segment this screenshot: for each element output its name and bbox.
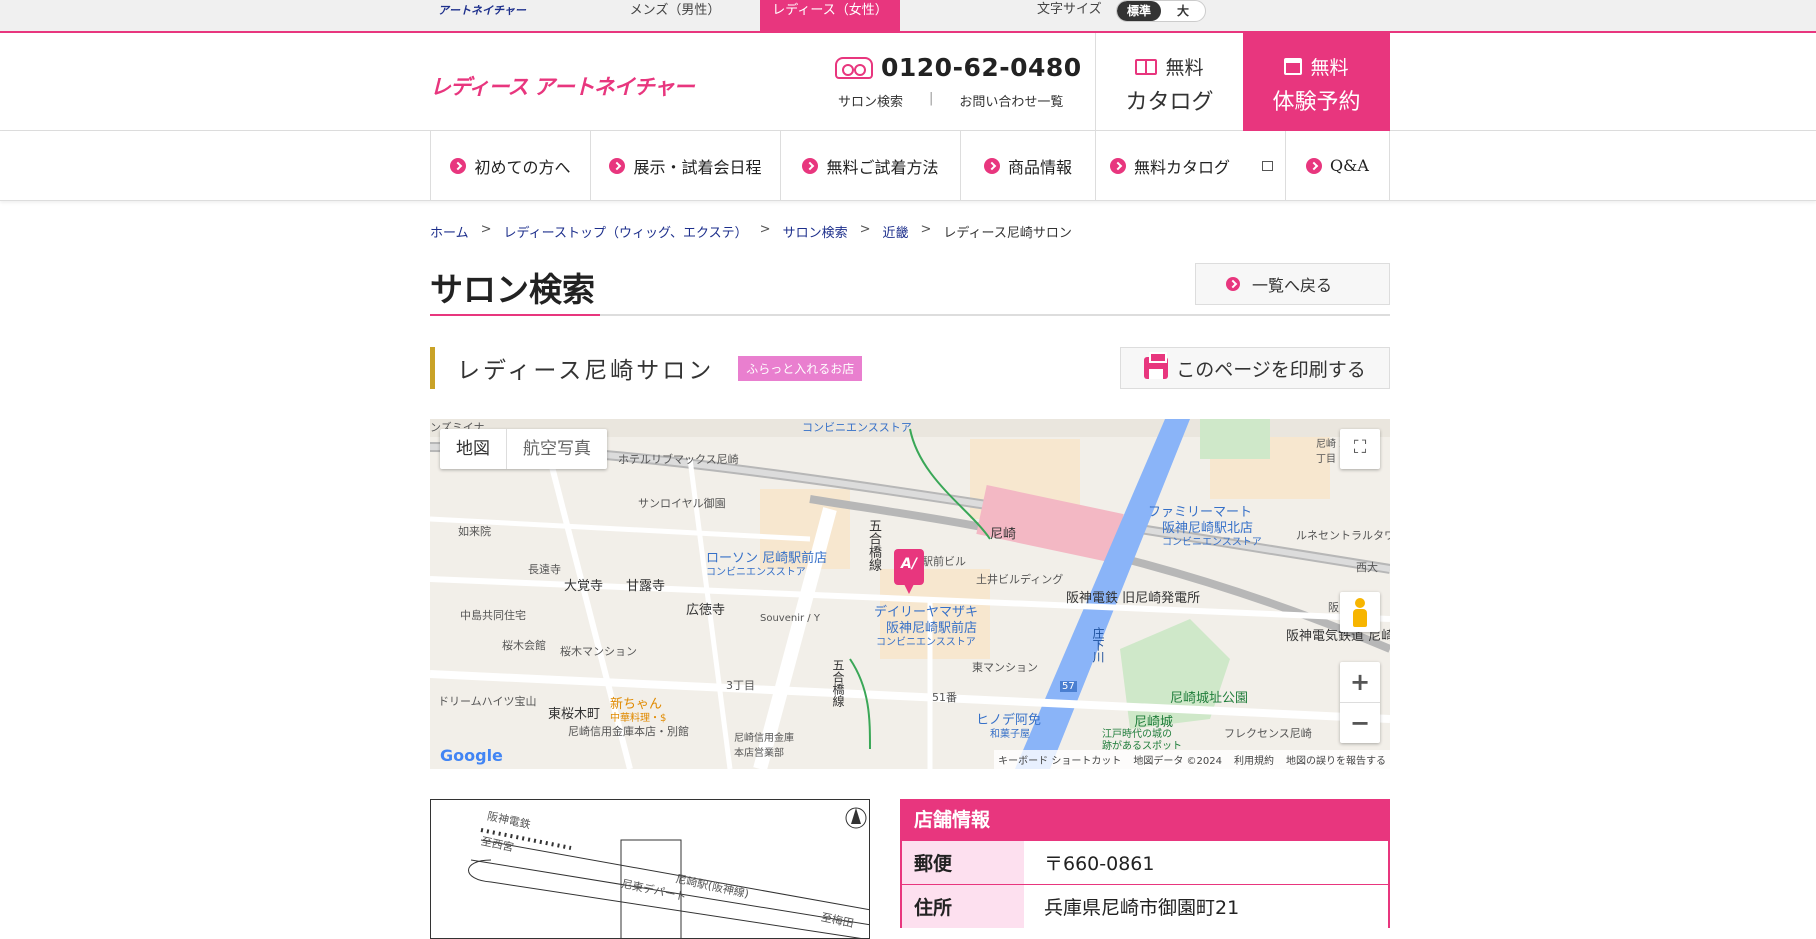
map-label: 東マンション	[972, 661, 1038, 674]
print-button-label: このページを印刷する	[1176, 358, 1366, 381]
map-label: ドリームハイツ宝山	[438, 695, 537, 708]
map-label: 甘露寺	[626, 579, 666, 594]
salon-name: レディース尼崎サロン	[457, 358, 715, 384]
map-label: 尼崎信用金庫 本店営業部	[734, 733, 794, 759]
access-map-illustration: 阪神電鉄 至西宮 尼崎駅(阪神線) 尼東デパート 至梅田	[430, 799, 870, 939]
breadcrumb-separator: >	[920, 222, 932, 237]
map-label: 如来院	[458, 525, 491, 538]
page-title: サロン検索	[430, 270, 595, 309]
map-label: 中島共同住宅	[460, 609, 526, 622]
zoom-out-button[interactable]: −	[1340, 702, 1380, 742]
map-label: 長遠寺	[528, 563, 561, 576]
map-label: サンロイヤル御園	[638, 497, 726, 510]
salon-location-pin[interactable]: A/	[894, 549, 924, 594]
map-type-control: 地図 航空写真	[440, 429, 607, 469]
map-label: 尼崎城址公園	[1170, 691, 1249, 706]
info-key: 住所	[902, 885, 1024, 928]
breadcrumb: ホーム > レディーストップ（ウィッグ、エクステ） > サロン検索 > 近畿 >…	[430, 222, 1072, 241]
map-label: 3丁目	[726, 679, 755, 692]
street-view-pegman[interactable]	[1340, 592, 1380, 632]
printer-icon	[1144, 352, 1169, 379]
map-label: 阪	[1328, 601, 1339, 614]
back-to-list-button[interactable]: 一覧へ戻る	[1195, 263, 1390, 305]
breadcrumb-salon-search[interactable]: サロン検索	[783, 222, 848, 241]
map-label: 中華料理・$	[610, 713, 667, 724]
map-label: コンビニエンスストア	[876, 637, 976, 648]
map-label: フレクセンス尼崎	[1224, 727, 1312, 740]
store-info-table: 店舗情報 郵便 〒660-0861 住所 兵庫県尼崎市御園町21	[900, 799, 1390, 928]
map-label: 東桜木町	[548, 707, 601, 722]
map-label: Souvenir / Y	[760, 613, 820, 624]
info-value: 〒660-0861	[1044, 853, 1155, 875]
info-key: 郵便	[902, 841, 1024, 884]
walk-in-badge: ふらっと入れるお店	[738, 355, 863, 381]
terms-link[interactable]: 利用規約	[1234, 752, 1274, 767]
map-type-satellite-button[interactable]: 航空写真	[506, 429, 607, 469]
north-arrow-icon	[851, 808, 861, 824]
breadcrumb-separator: >	[480, 222, 492, 237]
zoom-control: + −	[1340, 662, 1380, 743]
map-data-label: 地図データ ©2024	[1133, 756, 1222, 767]
arrow-circle-icon	[1226, 277, 1240, 291]
map-label: 五合橋線	[831, 659, 845, 707]
report-error-link[interactable]: 地図の誤りを報告する	[1286, 752, 1386, 767]
map-label: 57	[1060, 681, 1077, 692]
breadcrumb-separator: >	[759, 222, 771, 237]
fullscreen-icon: ⛶	[1353, 437, 1367, 458]
map-label: 尼崎信用金庫本店・別館	[568, 725, 689, 738]
keyboard-shortcuts-link[interactable]: キーボード ショートカット	[998, 752, 1121, 767]
map-label: 阪神電鉄 旧尼崎発電所	[1066, 591, 1201, 606]
map-label: コンビニエンスストア	[802, 421, 912, 434]
map-label: コンビニエンスストア	[706, 567, 806, 578]
map-label: 51番	[932, 691, 957, 704]
print-page-button[interactable]: このページを印刷する	[1120, 347, 1390, 389]
map-label: コンビニエンスストア	[1162, 537, 1262, 548]
main-content: ホーム > レディーストップ（ウィッグ、エクステ） > サロン検索 > 近畿 >…	[430, 0, 1390, 939]
breadcrumb-ladies-top[interactable]: レディーストップ（ウィッグ、エクステ）	[504, 222, 748, 241]
map-label: 広徳寺	[686, 603, 726, 618]
breadcrumb-current: レディース尼崎サロン	[943, 226, 1072, 241]
map-label: 尼崎	[990, 527, 1017, 542]
map-label: 庄下川	[1091, 627, 1105, 663]
google-map[interactable]: ンズミイナ コンビニエンスストア ホテルリブマックス尼崎 サンロイヤル御園 如来…	[430, 419, 1390, 769]
google-logo: Google	[440, 746, 503, 765]
info-value: 兵庫県尼崎市御園町21	[1044, 897, 1240, 919]
map-label: 土井ビルディング	[976, 573, 1064, 586]
salon-heading: レディース尼崎サロン ふらっと入れるお店	[430, 347, 863, 389]
map-label: ホテルリブマックス尼崎	[618, 453, 739, 466]
zoom-in-button[interactable]: +	[1340, 662, 1380, 702]
back-button-label: 一覧へ戻る	[1252, 276, 1333, 295]
map-label: 桜木マンション	[560, 645, 637, 658]
breadcrumb-kinki[interactable]: 近畿	[883, 222, 909, 241]
map-label: 桜木会館	[502, 639, 546, 652]
map-label: 大覚寺	[564, 579, 604, 594]
map-label: 駅前ビル	[922, 555, 966, 568]
map-label: 西大	[1356, 561, 1378, 574]
map-type-map-button[interactable]: 地図	[440, 429, 506, 469]
info-row-postal: 郵便 〒660-0861	[902, 840, 1388, 884]
fullscreen-button[interactable]: ⛶	[1340, 429, 1380, 469]
title-divider	[430, 314, 1390, 316]
map-label: 和菓子屋	[990, 729, 1030, 740]
info-row-address: 住所 兵庫県尼崎市御園町21	[902, 884, 1388, 928]
store-info-title: 店舗情報	[902, 801, 1388, 840]
map-footer: キーボード ショートカット 地図データ ©2024 利用規約 地図の誤りを報告す…	[994, 750, 1390, 769]
breadcrumb-home[interactable]: ホーム	[430, 222, 469, 241]
map-label: 五合橋線	[866, 519, 881, 571]
map-label: ルネセントラルタワ	[1296, 529, 1390, 542]
breadcrumb-separator: >	[859, 222, 871, 237]
